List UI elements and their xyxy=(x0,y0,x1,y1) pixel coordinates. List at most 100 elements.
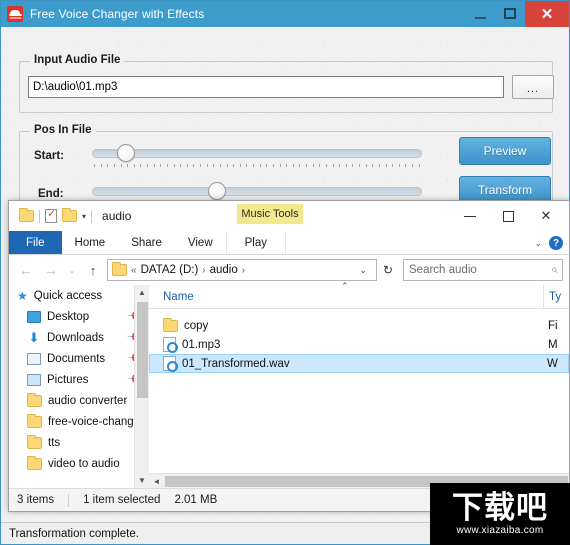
table-row[interactable]: 01_Transformed.wav W xyxy=(149,354,569,373)
scroll-left-icon[interactable]: ◄ xyxy=(149,477,164,486)
folder-icon xyxy=(27,455,42,470)
documents-icon xyxy=(27,352,41,365)
address-dropdown-icon[interactable]: ⌄ xyxy=(354,265,372,276)
qat-divider xyxy=(39,209,40,223)
up-button[interactable]: ↑ xyxy=(82,259,104,281)
ribbon-tab-play[interactable]: Play xyxy=(225,231,286,254)
end-slider-track[interactable] xyxy=(92,187,422,196)
search-input[interactable]: Search audio ⌕ xyxy=(403,259,563,281)
nav-item-audio-converter[interactable]: audio converter xyxy=(9,390,149,411)
pos-in-file-legend: Pos In File xyxy=(30,124,96,136)
selection-count: 1 item selected xyxy=(83,494,161,506)
explorer-minimize-button[interactable] xyxy=(451,201,489,231)
folder-icon xyxy=(163,317,178,332)
explorer-maximize-button[interactable] xyxy=(489,201,527,231)
column-header-type[interactable]: Ty xyxy=(543,285,569,309)
ribbon-tab-view[interactable]: View xyxy=(175,231,226,254)
scroll-thumb[interactable] xyxy=(137,302,148,398)
customize-caret-icon[interactable]: ▾ xyxy=(82,212,86,221)
nav-label: Pictures xyxy=(47,373,89,386)
file-type: W xyxy=(547,357,558,370)
folder-icon xyxy=(27,434,42,449)
ribbon-tab-share[interactable]: Share xyxy=(118,231,175,254)
app-titlebar: Free Voice Changer with Effects ✕ xyxy=(1,1,569,27)
explorer-window-title: audio xyxy=(102,209,132,223)
media-file-icon xyxy=(163,356,178,372)
file-name: 01_Transformed.wav xyxy=(182,357,290,370)
back-button[interactable]: ← xyxy=(15,259,37,281)
nav-item-pictures[interactable]: Pictures 📌 xyxy=(9,369,149,390)
slider-tick-marks xyxy=(94,164,420,167)
app-window-controls: ✕ xyxy=(465,1,569,27)
app-minimize-button[interactable] xyxy=(465,3,495,27)
address-folder-icon xyxy=(112,262,127,276)
start-slider-thumb[interactable] xyxy=(117,144,135,162)
nav-label: Desktop xyxy=(47,310,90,323)
nav-item-tts[interactable]: tts xyxy=(9,432,149,453)
explorer-body: ★ Quick access Desktop 📌 ⬇ Downloads 📌 D… xyxy=(9,281,569,488)
nav-label: free-voice-chang xyxy=(48,415,134,428)
breadcrumb-separator-2: › xyxy=(241,264,246,276)
nav-label: video to audio xyxy=(48,457,120,470)
address-bar[interactable]: « DATA2 (D:) › audio › ⌄ xyxy=(107,259,377,281)
explorer-window-controls: ✕ xyxy=(451,201,565,231)
file-type: Fi xyxy=(548,319,558,332)
scroll-up-icon[interactable]: ▲ xyxy=(135,285,149,300)
preview-button[interactable]: Preview xyxy=(459,137,551,165)
forward-button[interactable]: → xyxy=(40,259,62,281)
ribbon-tab-home[interactable]: Home xyxy=(62,231,119,254)
star-icon: ★ xyxy=(17,288,28,303)
new-folder-icon[interactable] xyxy=(62,208,77,222)
file-name: 01.mp3 xyxy=(182,338,221,351)
app-close-button[interactable]: ✕ xyxy=(525,1,569,27)
file-list-pane: Name ⌃ Ty copy Fi 01.mp3 M 01_Transforme… xyxy=(149,281,569,488)
nav-item-documents[interactable]: Documents 📌 xyxy=(9,348,149,369)
breadcrumb-overflow[interactable]: « xyxy=(131,265,137,276)
watermark-url: www.xiazaiba.com xyxy=(456,525,544,536)
input-audio-path-field[interactable]: D:\audio\01.mp3 xyxy=(28,76,504,98)
nav-label: Downloads xyxy=(47,331,104,344)
explorer-ribbon-tabs: File Home Share View Play ⌄ ? xyxy=(9,231,569,255)
app-maximize-button[interactable] xyxy=(495,1,525,25)
scroll-down-icon[interactable]: ▼ xyxy=(135,473,149,488)
refresh-button[interactable]: ↻ xyxy=(380,263,396,277)
media-file-icon xyxy=(163,337,178,353)
item-count: 3 items xyxy=(17,494,55,506)
file-type: M xyxy=(548,338,558,351)
end-slider-thumb[interactable] xyxy=(208,182,226,200)
breadcrumb-drive[interactable]: DATA2 (D:) xyxy=(141,264,199,276)
nav-item-free-voice-changer[interactable]: free-voice-chang xyxy=(9,411,149,432)
recent-locations-icon[interactable]: ⌄ xyxy=(65,259,79,281)
start-label: Start: xyxy=(34,150,65,162)
nav-label: tts xyxy=(48,436,61,449)
ribbon-tab-file[interactable]: File xyxy=(9,231,62,254)
explorer-close-button[interactable]: ✕ xyxy=(527,201,565,231)
screenshot-root: Free Voice Changer with Effects ✕ Input … xyxy=(0,0,570,545)
nav-item-desktop[interactable]: Desktop 📌 xyxy=(9,306,149,327)
browse-file-button[interactable]: ... xyxy=(512,75,554,99)
nav-label: Quick access xyxy=(33,289,103,302)
breadcrumb-folder[interactable]: audio xyxy=(210,264,238,276)
nav-item-downloads[interactable]: ⬇ Downloads 📌 xyxy=(9,327,149,348)
nav-item-quick-access[interactable]: ★ Quick access xyxy=(9,285,149,306)
music-tools-contextual-header: Music Tools xyxy=(237,204,303,224)
navigation-pane: ★ Quick access Desktop 📌 ⬇ Downloads 📌 D… xyxy=(9,285,149,488)
folder-icon[interactable] xyxy=(19,208,34,222)
input-audio-file-group: Input Audio File D:\audio\01.mp3 ... xyxy=(19,54,554,113)
chevron-down-icon[interactable]: ⌄ xyxy=(534,238,542,249)
table-row[interactable]: copy Fi xyxy=(149,316,569,335)
nav-item-video-to-audio[interactable]: video to audio xyxy=(9,453,149,474)
end-label: End: xyxy=(38,188,64,200)
nav-label: Documents xyxy=(47,352,106,365)
selection-size: 2.01 MB xyxy=(174,494,218,506)
app-status-text: Transformation complete. xyxy=(9,527,139,540)
properties-icon[interactable] xyxy=(45,207,57,223)
nav-pane-scrollbar[interactable]: ▲ ▼ xyxy=(134,285,149,488)
nav-label: audio converter xyxy=(48,394,128,407)
desktop-icon xyxy=(27,310,41,323)
column-header-name[interactable]: Name xyxy=(149,291,194,303)
voice-changer-icon xyxy=(7,6,23,22)
table-row[interactable]: 01.mp3 M xyxy=(149,335,569,354)
start-slider-track[interactable] xyxy=(92,149,422,158)
help-icon[interactable]: ? xyxy=(549,236,563,250)
